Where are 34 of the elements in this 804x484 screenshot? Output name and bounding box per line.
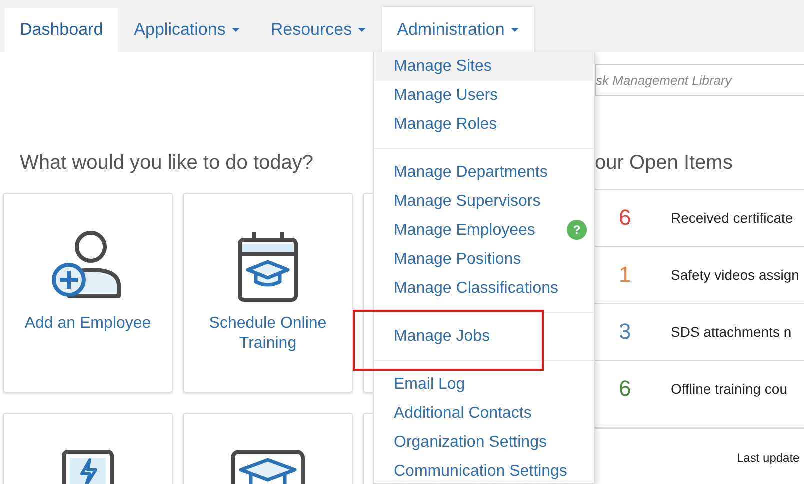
item-link[interactable]: Offline training cou (671, 381, 788, 397)
item-count: 6 (618, 205, 632, 231)
nav-tab[interactable]: Administration (382, 7, 534, 52)
menu-item[interactable]: Additional Contacts (374, 399, 594, 428)
menu-item[interactable]: Manage Departments (374, 158, 594, 187)
item-link[interactable]: Received certificate (671, 210, 794, 226)
section-heading: What would you like to do today? (20, 152, 315, 176)
item-count: 1 (618, 262, 632, 288)
menu-item[interactable]: Communication Settings (374, 457, 594, 484)
search-field[interactable]: sk Management Library (595, 64, 804, 96)
item-count: 3 (618, 319, 632, 345)
nav-tab[interactable]: Dashboard (5, 8, 118, 52)
menu-item[interactable]: Manage Users (374, 81, 594, 110)
menu-item[interactable]: Manage Jobs (374, 322, 594, 351)
card-label: Add an Employee (24, 314, 152, 334)
last-updated-text: Last update (737, 451, 801, 465)
menu-item[interactable]: Manage Sites (374, 52, 594, 81)
task-card[interactable]: Schedule Online Training (183, 193, 353, 393)
item-count: 6 (618, 376, 632, 402)
task-card[interactable]: Add an Employee (3, 193, 173, 393)
menu-item[interactable]: Manage Supervisors (374, 187, 594, 216)
menu-item[interactable]: Manage Employees (374, 216, 562, 245)
item-link[interactable]: SDS attachments n (671, 324, 792, 340)
menu-item[interactable]: Manage Positions (374, 245, 594, 274)
nav-tab[interactable]: Resources (256, 8, 382, 52)
section-heading: our Open Items (595, 152, 734, 175)
item-link[interactable]: Safety videos assign (671, 267, 800, 283)
menu-item[interactable]: Manage Roles (374, 110, 594, 139)
card-label: Schedule Online Training (208, 314, 328, 354)
menu-item[interactable]: Email Log (374, 370, 594, 399)
calendar-graduation-cap-icon (236, 230, 300, 302)
menu-item[interactable]: Organization Settings (374, 428, 594, 457)
menu-item[interactable]: Manage Classifications (374, 274, 594, 303)
nav-tab[interactable]: Applications (119, 8, 255, 52)
